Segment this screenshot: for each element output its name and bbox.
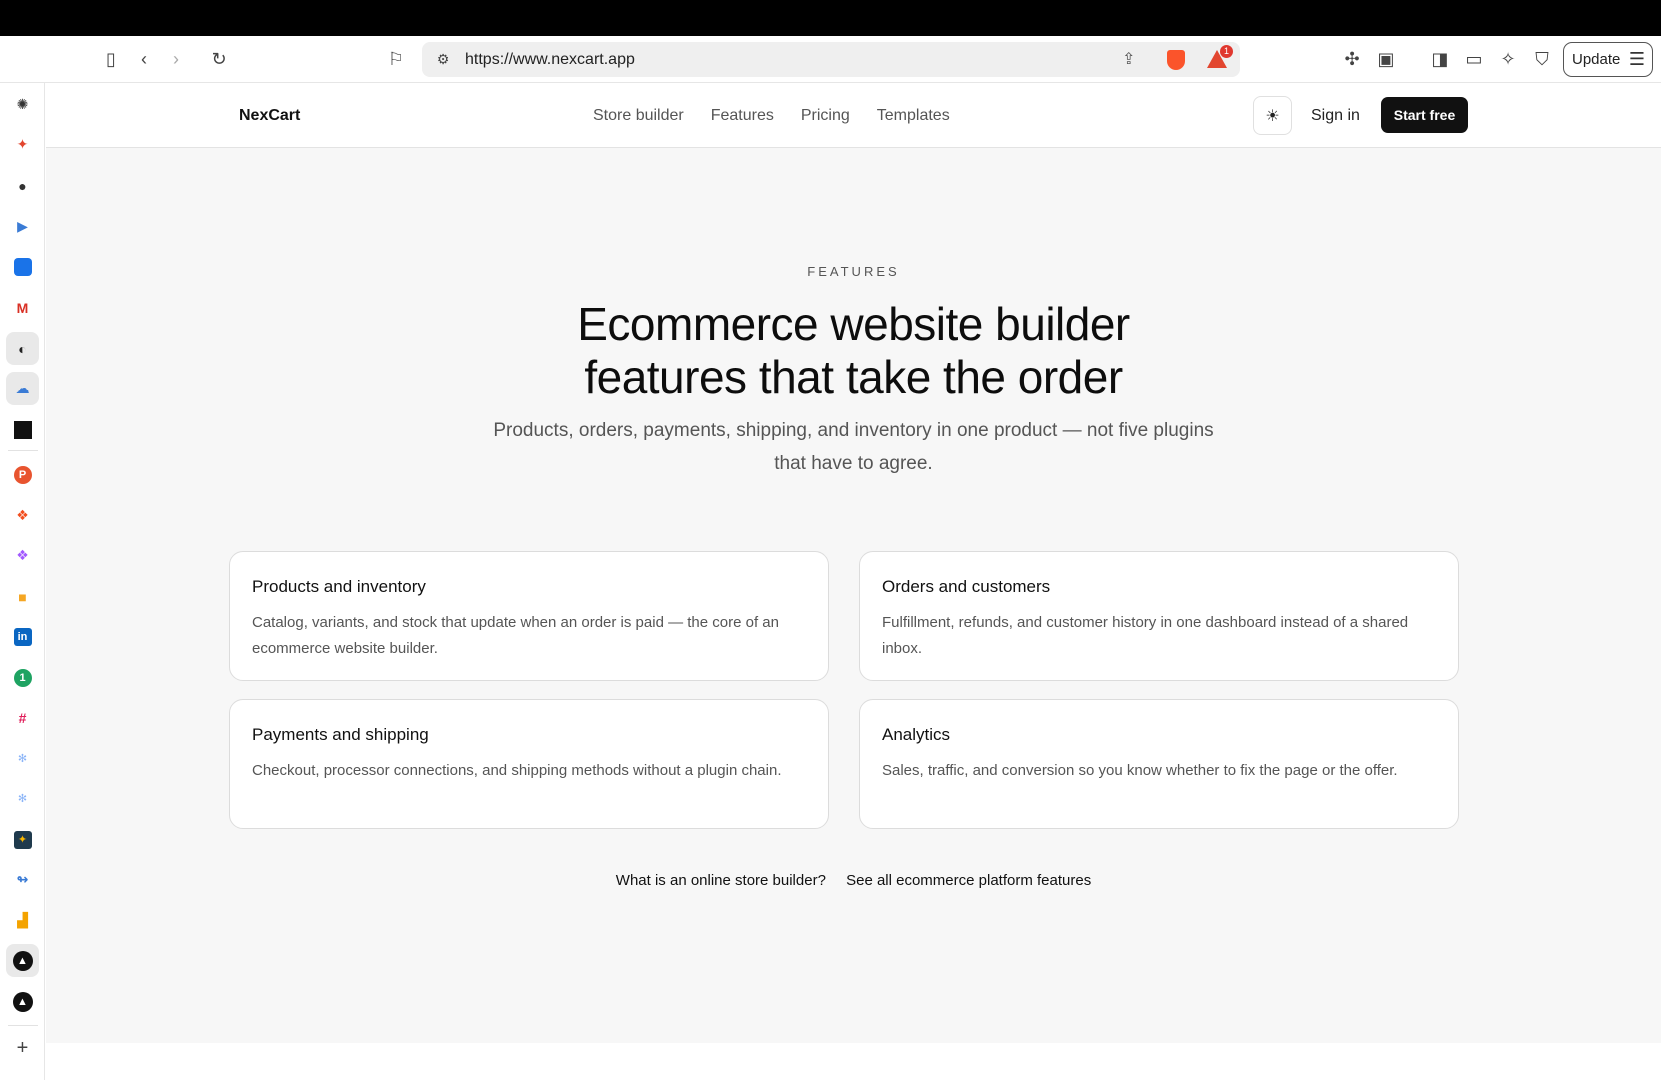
title-line-1: Ecommerce website builder xyxy=(577,298,1130,350)
figma-icon[interactable]: ❖ xyxy=(6,499,39,532)
analytics-icon[interactable]: ▟ xyxy=(6,904,39,937)
start-free-button[interactable]: Start free xyxy=(1381,97,1468,133)
online-store-builder-link[interactable]: What is an online store builder? xyxy=(616,872,826,889)
feature-card-title: Orders and customers xyxy=(882,577,1051,596)
feature-card: Analytics Sales, traffic, and conversion… xyxy=(859,699,1459,829)
apple-icon[interactable]: ● xyxy=(6,169,39,202)
update-label: Update xyxy=(1572,51,1621,68)
nav-links: Store builder Features Pricing Templates xyxy=(593,84,950,148)
theme-toggle-button[interactable]: ☀ xyxy=(1253,96,1292,135)
os-top-bar xyxy=(0,0,1661,36)
snowflake-icon[interactable]: ✻ xyxy=(6,742,39,775)
brave-shields-icon[interactable] xyxy=(1167,50,1185,70)
feature-card-title: Products and inventory xyxy=(252,577,426,596)
sun-icon: ☀ xyxy=(1265,107,1280,125)
rewards-badge: 1 xyxy=(1220,45,1233,58)
feature-card-text: Checkout, processor connections, and shi… xyxy=(252,762,782,779)
vpn-shield-icon[interactable]: ⛉ xyxy=(1526,36,1558,83)
browser-toolbar: ▯ ‹ › ↻ ⚐ ⚙ https://www.nexcart.app ⇪ 1 … xyxy=(0,36,1661,83)
site-settings-icon[interactable]: ⚙ xyxy=(432,42,454,77)
address-bar[interactable]: ⚙ https://www.nexcart.app ⇪ 1 xyxy=(422,42,1240,77)
forward-icon[interactable]: › xyxy=(160,36,192,83)
extensions-icon[interactable]: ✣ xyxy=(1336,36,1368,83)
figma-alt-icon[interactable]: ❖ xyxy=(6,539,39,572)
brand-logo[interactable]: NexCart xyxy=(239,84,300,148)
browser-sidebar: ✺ ✦ ● ▶ M ◐ ☁ P ❖ ❖ ■ in 1 # ✻ ✻ ✦ ↬ ▟ ▲… xyxy=(0,83,45,1080)
nav-link-templates[interactable]: Templates xyxy=(877,84,950,148)
wallet-icon[interactable]: ▭ xyxy=(1458,36,1490,83)
web-page: NexCart Store builder Features Pricing T… xyxy=(46,84,1661,1043)
sign-in-link[interactable]: Sign in xyxy=(1311,84,1360,148)
producthunt-icon[interactable]: P xyxy=(13,465,32,484)
reader-icon[interactable]: ▣ xyxy=(1370,36,1402,83)
leo-ai-icon[interactable]: ✧ xyxy=(1492,36,1524,83)
snowflake-alt-icon[interactable]: ✻ xyxy=(6,782,39,815)
nav-link-store-builder[interactable]: Store builder xyxy=(593,84,684,148)
url-text[interactable]: https://www.nexcart.app xyxy=(465,42,635,77)
sidebar-separator xyxy=(8,1025,38,1026)
footer-links: What is an online store builder? See all… xyxy=(46,872,1661,889)
sidebar-toggle-icon[interactable]: ▯ xyxy=(95,36,127,83)
sparkle-app-icon[interactable]: ✦ xyxy=(13,830,32,849)
github-icon[interactable]: ◐ xyxy=(6,332,39,365)
feature-card-title: Payments and shipping xyxy=(252,725,429,744)
update-button[interactable]: Update ☰ xyxy=(1563,42,1653,77)
sync-icon[interactable]: ↬ xyxy=(6,863,39,896)
all-features-link[interactable]: See all ecommerce platform features xyxy=(846,872,1091,889)
vercel-alt-icon[interactable]: ▲ xyxy=(12,991,33,1012)
add-icon[interactable]: + xyxy=(6,1032,39,1065)
menu-icon[interactable]: ☰ xyxy=(1629,43,1645,76)
feature-card-text: Sales, traffic, and conversion so you kn… xyxy=(882,762,1398,779)
cloud-icon[interactable]: ☁ xyxy=(6,372,39,405)
screen-icon[interactable] xyxy=(13,420,32,439)
reload-icon[interactable]: ↻ xyxy=(203,36,235,83)
title-line-2: features that take the order xyxy=(584,351,1123,403)
feature-card: Orders and customers Fulfillment, refund… xyxy=(859,551,1459,681)
page-subtitle: Products, orders, payments, shipping, an… xyxy=(493,420,1214,474)
whatsapp-icon[interactable]: 1 xyxy=(13,668,32,687)
linkedin-icon[interactable]: in xyxy=(13,627,32,646)
slack-icon[interactable]: # xyxy=(6,701,39,734)
feature-card-title: Analytics xyxy=(882,725,951,744)
sidebar-separator xyxy=(8,450,38,451)
nav-link-pricing[interactable]: Pricing xyxy=(801,84,850,148)
tool-icon[interactable] xyxy=(13,257,32,276)
play-icon[interactable]: ▶ xyxy=(6,210,39,243)
nav-link-features[interactable]: Features xyxy=(711,84,774,148)
sidepanel-icon[interactable]: ◨ xyxy=(1424,36,1456,83)
back-icon[interactable]: ‹ xyxy=(128,36,160,83)
feature-card: Products and inventory Catalog, variants… xyxy=(229,551,829,681)
gmail-icon[interactable]: M xyxy=(6,291,39,324)
page-title: Ecommerce website builder features that … xyxy=(46,298,1661,404)
spark-icon[interactable]: ✦ xyxy=(6,128,39,161)
feature-card: Payments and shipping Checkout, processo… xyxy=(229,699,829,829)
chatgpt-icon[interactable]: ✺ xyxy=(6,88,39,121)
section-eyebrow: FEATURES xyxy=(807,264,900,279)
bookmark-icon[interactable]: ⚐ xyxy=(380,36,412,83)
feature-card-text: Catalog, variants, and stock that update… xyxy=(252,614,779,657)
site-nav: NexCart Store builder Features Pricing T… xyxy=(46,84,1661,148)
feature-card-text: Fulfillment, refunds, and customer histo… xyxy=(882,614,1409,657)
video-icon[interactable]: ■ xyxy=(6,580,39,613)
share-icon[interactable]: ⇪ xyxy=(1122,42,1135,77)
vercel-icon[interactable]: ▲ xyxy=(12,950,33,971)
